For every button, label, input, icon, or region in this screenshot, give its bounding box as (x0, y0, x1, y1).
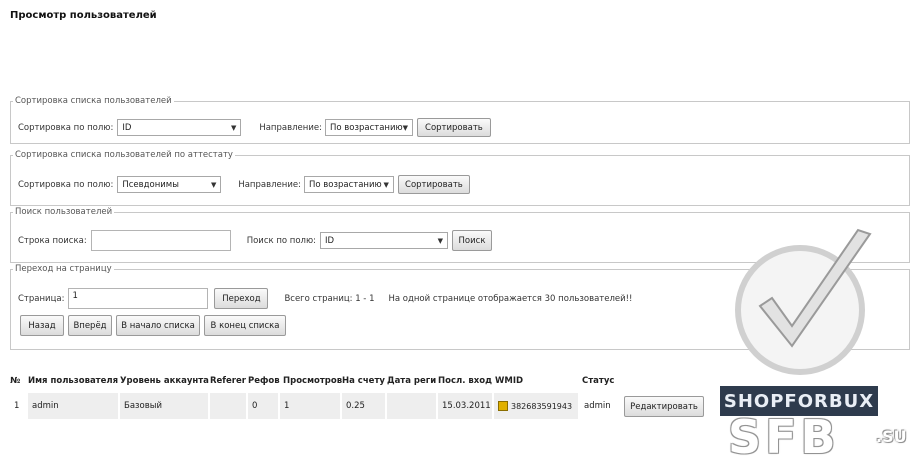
edit-user-button[interactable]: Редактировать (624, 396, 704, 417)
page-title: Просмотр пользователей (10, 10, 157, 21)
attest-field-value: Псевдонимы (122, 179, 179, 190)
col-header-balance: На счету (342, 376, 385, 386)
back-button[interactable]: Назад (20, 315, 64, 336)
col-header-status: Статус (582, 376, 615, 386)
search-input[interactable] (90, 230, 231, 251)
col-header-num: № (10, 376, 21, 386)
forward-button[interactable]: Вперёд (68, 315, 112, 336)
col-header-reg-date: Дата реги (387, 376, 437, 386)
col-header-refs: Рефов (248, 376, 280, 386)
attest-field-select[interactable]: Псевдонимы ▼ (117, 176, 222, 193)
pager-legend: Переход на страницу (15, 264, 112, 274)
page-label: Страница: (18, 293, 65, 304)
attest-direction-select[interactable]: По возрастанию ▼ (303, 176, 394, 193)
col-header-wmid: WMID (495, 376, 524, 386)
search-button[interactable]: Поиск (452, 230, 492, 251)
search-legend: Поиск пользователей (15, 207, 113, 217)
cell-name: admin (28, 393, 118, 419)
search-field-select[interactable]: ID ▼ (320, 232, 448, 249)
sfb-logo-text: SFB (728, 410, 840, 464)
sort-button[interactable]: Сортировать (416, 118, 491, 137)
cell-views: 1 (280, 393, 340, 419)
per-page-text: На одной странице отображается 30 пользо… (388, 293, 633, 304)
sort-direction-value: По возрастанию (329, 122, 403, 133)
cell-wmid: 382683591943 (494, 393, 578, 419)
total-pages-text: Всего страниц: 1 - 1 (284, 293, 375, 304)
col-header-name: Имя пользователя (28, 376, 119, 386)
attest-direction-label: Направление: (238, 179, 301, 190)
cell-referer (210, 393, 246, 419)
dropdown-arrow-icon: ▼ (210, 180, 217, 189)
col-header-last-login: Посл. вход (438, 376, 492, 386)
dropdown-arrow-icon: ▼ (383, 180, 389, 189)
end-list-button[interactable]: В конец списка (204, 315, 286, 336)
attest-direction-value: По возрастанию (308, 179, 382, 190)
search-query-label: Строка поиска: (18, 235, 87, 246)
page-input[interactable]: 1 (68, 288, 209, 309)
sort-direction-select[interactable]: По возрастанию ▼ (324, 119, 413, 136)
cell-level: Базовый (120, 393, 208, 419)
cell-status: admin (580, 393, 620, 419)
dropdown-arrow-icon: ▼ (230, 123, 237, 132)
cell-last-login: 15.03.2011 (438, 393, 492, 419)
go-page-button[interactable]: Переход (214, 288, 269, 309)
cell-num: 1 (10, 393, 26, 419)
sort-field-select[interactable]: ID ▼ (117, 119, 242, 136)
su-logo-text: .SU (876, 427, 907, 446)
webmoney-icon (498, 401, 508, 411)
cell-reg-date (387, 393, 436, 419)
cell-balance: 0.25 (342, 393, 385, 419)
attest-sort-button[interactable]: Сортировать (397, 175, 470, 194)
col-header-views: Просмотров (283, 376, 343, 386)
dropdown-arrow-icon: ▼ (402, 123, 409, 132)
wmid-value[interactable]: 382683591943 (511, 402, 572, 411)
start-list-button[interactable]: В начало списка (116, 315, 200, 336)
dropdown-arrow-icon: ▼ (437, 236, 443, 245)
sort-direction-label: Направление: (259, 122, 322, 133)
search-field-value: ID (325, 235, 335, 246)
sort-field-value: ID (122, 122, 132, 133)
sort-field-label: Сортировка по полю: (18, 122, 114, 133)
cell-refs: 0 (248, 393, 278, 419)
attest-field-label: Сортировка по полю: (18, 179, 114, 190)
col-header-referer: Referer (210, 376, 246, 386)
col-header-level: Уровень аккаунта (120, 376, 209, 386)
search-field-label: Поиск по полю: (246, 235, 316, 246)
sort-users-legend: Сортировка списка пользователей (15, 96, 172, 106)
sort-attest-legend: Сортировка списка пользователей по аттес… (15, 150, 233, 160)
